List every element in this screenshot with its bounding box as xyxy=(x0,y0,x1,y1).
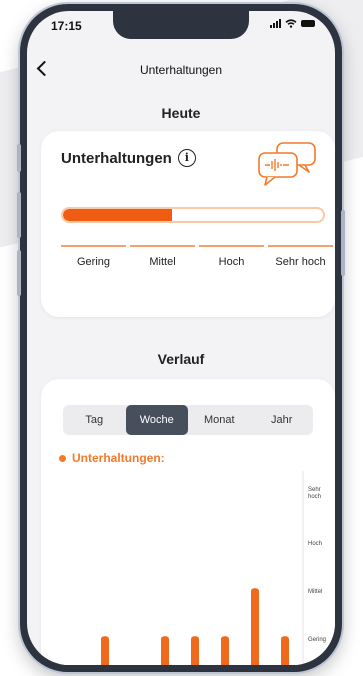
chart-bar xyxy=(281,636,289,665)
today-heading: Heute xyxy=(161,105,201,121)
period-selector: Tag Woche Monat Jahr xyxy=(63,405,313,435)
mute-switch xyxy=(17,144,21,172)
tab-month[interactable]: Monat xyxy=(188,405,251,435)
phone-frame: 17:15 Unterhaltungen Heute Unterhaltunge… xyxy=(17,4,345,672)
history-card: Tag Woche Monat Jahr Unterhaltungen: Seh… xyxy=(41,379,335,665)
history-heading: Verlauf xyxy=(157,351,205,367)
card-title: Unterhaltungen xyxy=(61,149,172,167)
level-label: Hoch xyxy=(199,245,264,268)
y-tick-label: Mittel xyxy=(308,589,322,595)
chart-bar xyxy=(251,588,259,665)
camera-icon xyxy=(217,19,226,28)
level-label: Sehr hoch xyxy=(268,245,333,268)
volume-up-button xyxy=(17,192,21,238)
conversation-level-fill xyxy=(63,209,173,221)
chat-bubbles-icon xyxy=(258,142,316,186)
battery-icon xyxy=(301,20,315,27)
tab-week[interactable]: Woche xyxy=(125,405,188,435)
card-title-row: Unterhaltungen i xyxy=(61,149,196,167)
chart-bar xyxy=(221,636,229,665)
cellular-signal-icon xyxy=(270,19,281,28)
legend-dot xyxy=(59,454,66,462)
info-icon[interactable]: i xyxy=(177,149,196,167)
level-label: Mittel xyxy=(130,245,195,268)
y-tick-label: Sehr hoch xyxy=(308,487,321,500)
legend-label: Unterhaltungen: xyxy=(72,451,165,465)
wifi-icon xyxy=(285,19,297,28)
y-tick-label: Gering xyxy=(308,637,326,643)
tab-year[interactable]: Jahr xyxy=(251,405,314,435)
app-screen: 17:15 Unterhaltungen Heute Unterhaltunge… xyxy=(27,11,335,665)
status-time: 17:15 xyxy=(51,19,82,33)
weekly-chart: Sehr hoch Hoch Mittel Gering xyxy=(101,471,326,665)
conversation-level-bar xyxy=(61,207,325,223)
y-tick-label: Hoch xyxy=(308,541,322,547)
navigation-bar: Unterhaltungen xyxy=(27,59,335,83)
level-label: Gering xyxy=(61,245,126,268)
chart-bar xyxy=(101,636,109,665)
tab-day[interactable]: Tag xyxy=(63,405,126,435)
notch xyxy=(113,11,249,39)
today-card: Unterhaltungen i Gering Mittel Hoch Sehr… xyxy=(41,131,335,317)
nav-title: Unterhaltungen xyxy=(139,63,223,77)
chart-legend: Unterhaltungen: xyxy=(59,451,165,465)
power-button xyxy=(341,210,345,276)
chart-bar xyxy=(191,636,199,665)
level-scale: Gering Mittel Hoch Sehr hoch xyxy=(61,245,333,268)
status-icons xyxy=(270,19,315,28)
chart-bar xyxy=(161,636,169,665)
volume-down-button xyxy=(17,250,21,296)
